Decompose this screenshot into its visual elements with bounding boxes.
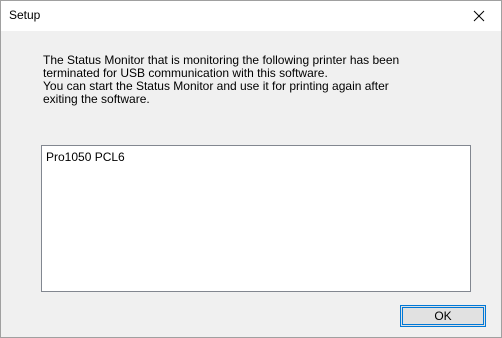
dialog-message: The Status Monitor that is monitoring th…: [43, 54, 483, 106]
list-item-printer[interactable]: Pro1050 PCL6: [46, 150, 125, 164]
printer-listbox[interactable]: Pro1050 PCL6: [41, 145, 471, 292]
dialog-title: Setup: [9, 8, 41, 22]
setup-dialog: Setup The Status Monitor that is monitor…: [0, 0, 502, 338]
close-button[interactable]: [457, 1, 501, 31]
ok-button[interactable]: OK: [400, 305, 486, 327]
title-bar[interactable]: Setup: [1, 1, 501, 31]
message-line: exiting the software.: [43, 92, 150, 106]
focus-border: [402, 307, 484, 325]
close-icon: [473, 10, 485, 22]
